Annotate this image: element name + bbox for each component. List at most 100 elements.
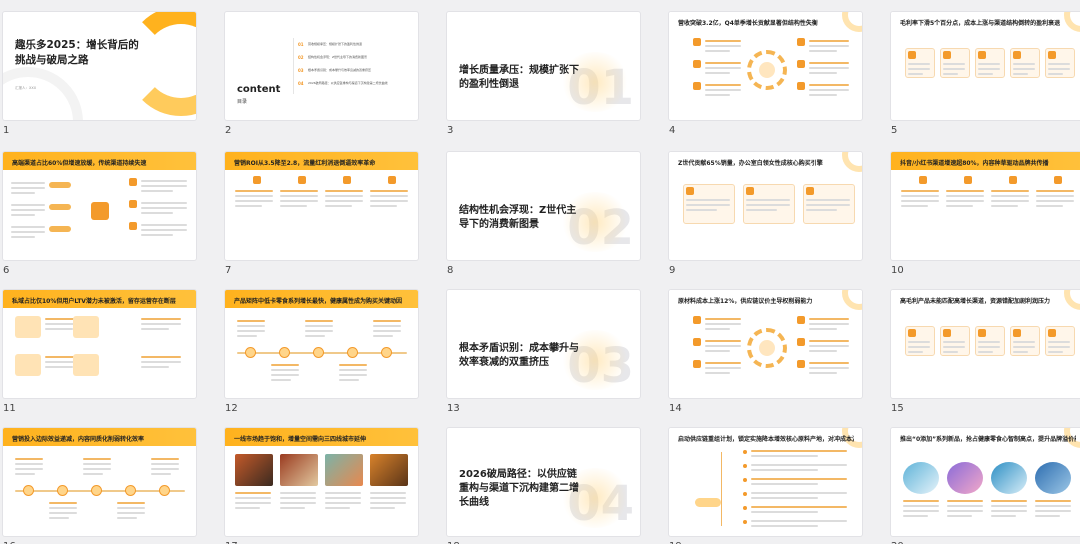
text-line bbox=[141, 229, 187, 231]
slide-thumbnail-12[interactable]: 产品矩阵中低卡零食系列增长最快，健康属性成为购买关键动因 12 bbox=[225, 290, 418, 414]
text-line bbox=[705, 367, 741, 369]
slide-thumbnail-14[interactable]: 原材料成本上涨12%，供应链议价主导权削弱能力 14 bbox=[669, 290, 862, 414]
bullet-icon bbox=[686, 187, 694, 195]
feature-tile bbox=[73, 316, 99, 338]
slide-preview[interactable]: 抖音/小红书渠道增速超80%，内容种草驱动品牌共传播 bbox=[891, 152, 1080, 260]
toc-item[interactable]: 根本矛盾识别：成本攀升与效率衰减的双重挤压 bbox=[308, 68, 408, 72]
slide-number: 1 bbox=[3, 125, 10, 136]
text-line bbox=[305, 330, 333, 332]
slide-body bbox=[3, 310, 196, 398]
toc-item[interactable]: 2026破局路径：以供应链重构与渠道下沉构建第二增长曲线 bbox=[308, 81, 408, 85]
text-line bbox=[280, 205, 307, 207]
slide-thumbnail-11[interactable]: 私域占比仅10%但用户LTV潜力未被激活，留存运营存在断层 11 bbox=[3, 290, 196, 414]
slide-preview[interactable]: 启动供应链重组计划，锁定实施降本增效核心原料产地，对冲成本波动风险 bbox=[669, 428, 862, 536]
text-line bbox=[809, 72, 837, 74]
slide-number: 12 bbox=[225, 403, 238, 414]
slide-number: 14 bbox=[669, 403, 682, 414]
text-line bbox=[151, 468, 179, 470]
text-line bbox=[751, 492, 847, 494]
text-line bbox=[686, 199, 730, 201]
slide-preview[interactable]: 一线市场趋于饱和，增量空间需向三四线城市延伸 bbox=[225, 428, 418, 536]
slide-preview[interactable]: 营收突破3.2亿，Q4单季增长贡献显著但结构性失衡 bbox=[669, 12, 862, 120]
toc-item-number: 03 bbox=[298, 68, 304, 73]
bullet-icon bbox=[129, 200, 137, 208]
slide-preview[interactable]: 03根本矛盾识别：成本攀升与效率衰减的双重挤压 bbox=[447, 290, 640, 398]
label-pill bbox=[49, 182, 71, 188]
slide-thumbnail-19[interactable]: 启动供应链重组计划，锁定实施降本增效核心原料产地，对冲成本波动风险19 bbox=[669, 428, 862, 544]
text-line bbox=[809, 318, 849, 320]
slide-thumbnail-5[interactable]: 毛利率下滑5个百分点，成本上涨与渠道结构倒转的盈利衰退 5 bbox=[891, 12, 1080, 136]
toc-item[interactable]: 结构性机会浮现：Z世代主导下的消费新图景 bbox=[308, 55, 408, 59]
text-line bbox=[751, 483, 819, 485]
slide-thumbnail-6[interactable]: 高端渠道占比60%但增速放缓，传统渠道持续失速 6 bbox=[3, 152, 196, 276]
timeline-node bbox=[347, 347, 358, 358]
slide-thumbnail-1[interactable]: 趣乐多2025：增长背后的挑战与破局之路 汇报人：XXX 1 bbox=[3, 12, 196, 136]
slide-thumbnail-3[interactable]: 01增长质量承压：规模扩张下的盈利性倒退 3 bbox=[447, 12, 640, 136]
toc-item[interactable]: 营收规模承压：规模扩张下的盈利性倒退 bbox=[308, 42, 408, 46]
slide-thumbnail-20[interactable]: 推出“0添加”系列新品，抢占健康零食心智制高点，提升品牌溢价能力20 bbox=[891, 428, 1080, 544]
slide-preview[interactable]: 042026破局路径：以供应链重构与渠道下沉构建第二增长曲线 bbox=[447, 428, 640, 536]
text-line bbox=[1048, 68, 1070, 70]
slide-thumbnail-9[interactable]: Z世代贡献65%销量，办公室白领女性成核心购买引擎 9 bbox=[669, 152, 862, 276]
slide-thumbnail-2[interactable]: content 目录 01 营收规模承压：规模扩张下的盈利性倒退 02 结构性机会浮现：Z… bbox=[225, 12, 418, 136]
slide-preview[interactable]: 产品矩阵中低卡零食系列增长最快，健康属性成为购买关键动因 bbox=[225, 290, 418, 398]
slide-preview[interactable]: 01增长质量承压：规模扩张下的盈利性倒退 bbox=[447, 12, 640, 120]
bullet-icon bbox=[1048, 51, 1056, 59]
bullet-icon bbox=[343, 176, 351, 184]
text-line bbox=[141, 207, 187, 209]
slide-title: 营销ROI从3.5降至2.8，流量红利消退倒逼效率革命 bbox=[234, 160, 376, 167]
slide-thumbnail-10[interactable]: 抖音/小红书渠道增速超80%，内容种草驱动品牌共传播 10 bbox=[891, 152, 1080, 276]
text-line bbox=[705, 94, 731, 96]
slide-thumbnail-16[interactable]: 营销投入边际效益递减，内容同质化削弱转化效率16 bbox=[3, 428, 196, 544]
slide-preview[interactable]: 毛利率下滑5个百分点，成本上涨与渠道结构倒转的盈利衰退 bbox=[891, 12, 1080, 120]
slide-thumbnail-13[interactable]: 03根本矛盾识别：成本攀升与效率衰减的双重挤压 13 bbox=[447, 290, 640, 414]
text-line bbox=[809, 94, 837, 96]
slide-preview[interactable]: 原材料成本上涨12%，供应链议价主导权削弱能力 bbox=[669, 290, 862, 398]
slide-thumbnail-4[interactable]: 营收突破3.2亿，Q4单季增长贡献显著但结构性失衡 4 bbox=[669, 12, 862, 136]
text-line bbox=[117, 512, 145, 514]
text-line bbox=[1036, 190, 1074, 192]
slide-preview[interactable]: Z世代贡献65%销量，办公室白领女性成核心购买引擎 bbox=[669, 152, 862, 260]
product-photo bbox=[235, 454, 273, 486]
text-line bbox=[235, 195, 273, 197]
section-title: 增长质量承压：规模扩张下的盈利性倒退 bbox=[459, 65, 579, 90]
branch-dot bbox=[743, 506, 747, 510]
text-line bbox=[908, 68, 930, 70]
bullet-icon bbox=[693, 316, 701, 324]
text-line bbox=[271, 374, 299, 376]
timeline-node bbox=[245, 347, 256, 358]
bullet-icon bbox=[693, 360, 701, 368]
section-title: 结构性机会浮现：Z世代主导下的消费新图景 bbox=[459, 205, 577, 230]
text-line bbox=[908, 73, 924, 75]
slide-title: 一线市场趋于饱和，增量空间需向三四线城市延伸 bbox=[234, 436, 367, 443]
slide-thumbnail-15[interactable]: 高毛利产品未能匹配高增长渠道，资源错配加剧利润压力 15 bbox=[891, 290, 1080, 414]
slide-preview[interactable]: 私域占比仅10%但用户LTV潜力未被激活，留存运营存在断层 bbox=[3, 290, 196, 398]
slide-preview[interactable]: 营销投入边际效益递减，内容同质化削弱转化效率 bbox=[3, 428, 196, 536]
text-line bbox=[325, 497, 361, 499]
text-line bbox=[141, 318, 181, 320]
text-line bbox=[705, 50, 731, 52]
bullet-icon bbox=[806, 187, 814, 195]
slide-thumbnail-18[interactable]: 042026破局路径：以供应链重构与渠道下沉构建第二增长曲线18 bbox=[447, 428, 640, 544]
slide-preview[interactable]: 推出“0添加”系列新品，抢占健康零食心智制高点，提升品牌溢价能力 bbox=[891, 428, 1080, 536]
text-line bbox=[806, 199, 850, 201]
text-line bbox=[908, 63, 930, 65]
slide-preview[interactable]: 趣乐多2025：增长背后的挑战与破局之路 汇报人：XXX bbox=[3, 12, 196, 120]
text-line bbox=[705, 67, 741, 69]
text-line bbox=[141, 323, 181, 325]
product-photo bbox=[991, 462, 1027, 494]
slide-preview[interactable]: 高毛利产品未能匹配高增长渠道，资源错配加剧利润压力 bbox=[891, 290, 1080, 398]
slide-thumbnail-8[interactable]: 02结构性机会浮现：Z世代主导下的消费新图景 8 bbox=[447, 152, 640, 276]
text-line bbox=[705, 345, 741, 347]
slide-preview[interactable]: 高端渠道占比60%但增速放缓，传统渠道持续失速 bbox=[3, 152, 196, 260]
slide-preview[interactable]: content 目录 01 营收规模承压：规模扩张下的盈利性倒退 02 结构性机会浮现：Z… bbox=[225, 12, 418, 120]
slide-preview[interactable]: 营销ROI从3.5降至2.8，流量红利消退倒逼效率革命 bbox=[225, 152, 418, 260]
text-line bbox=[141, 202, 187, 204]
text-line bbox=[83, 473, 103, 475]
slide-body bbox=[891, 448, 1080, 536]
slide-preview[interactable]: 02结构性机会浮现：Z世代主导下的消费新图景 bbox=[447, 152, 640, 260]
slide-thumbnail-17[interactable]: 一线市场趋于饱和，增量空间需向三四线城市延伸17 bbox=[225, 428, 418, 544]
text-line bbox=[271, 379, 291, 381]
slide-thumbnail-7[interactable]: 营销ROI从3.5降至2.8，流量红利消退倒逼效率革命 7 bbox=[225, 152, 418, 276]
text-line bbox=[305, 325, 333, 327]
